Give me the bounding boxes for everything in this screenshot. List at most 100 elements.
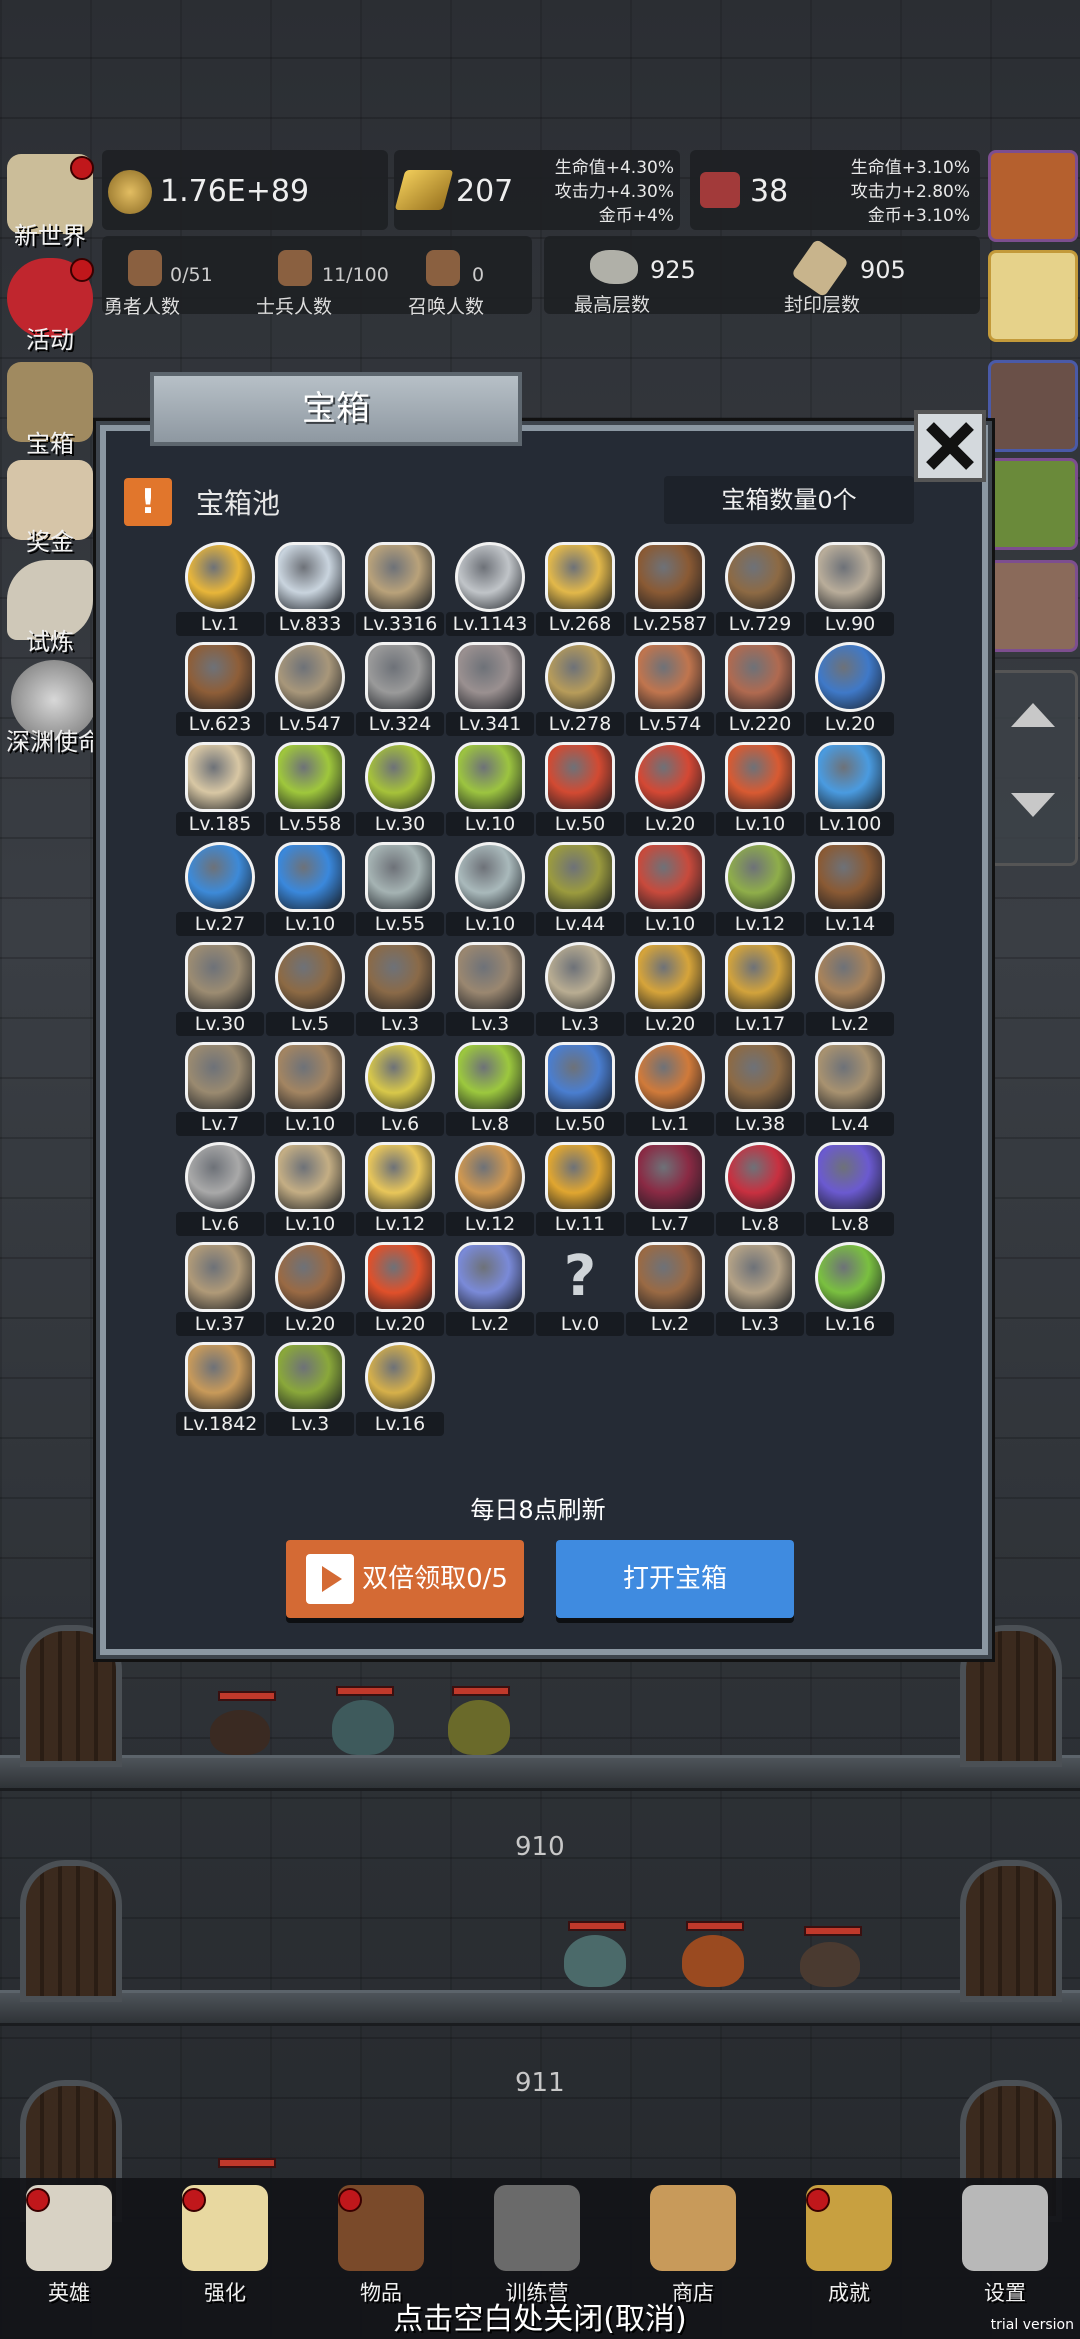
item-cell[interactable]: Lv.10 bbox=[266, 842, 354, 942]
scroll-arrows[interactable] bbox=[988, 670, 1078, 866]
nav-item-6[interactable]: 设置 bbox=[950, 2185, 1060, 2307]
item-cell[interactable]: Lv.16 bbox=[806, 1242, 894, 1342]
open-chest-button[interactable]: 打开宝箱 bbox=[556, 1540, 794, 1618]
item-cell[interactable]: Lv.11 bbox=[536, 1142, 624, 1242]
item-cell[interactable]: Lv.7 bbox=[626, 1142, 714, 1242]
item-cell[interactable]: Lv.10 bbox=[266, 1042, 354, 1142]
item-cell[interactable]: Lv.3 bbox=[356, 942, 444, 1042]
mushroom-icon bbox=[815, 942, 885, 1012]
item-cell[interactable]: Lv.623 bbox=[176, 642, 264, 742]
item-cell[interactable]: Lv.3 bbox=[446, 942, 534, 1042]
item-cell[interactable]: Lv.20 bbox=[626, 942, 714, 1042]
item-cell[interactable]: Lv.3316 bbox=[356, 542, 444, 642]
item-cell[interactable]: Lv.30 bbox=[356, 742, 444, 842]
item-cell[interactable]: Lv.341 bbox=[446, 642, 534, 742]
candle-icon[interactable] bbox=[988, 250, 1078, 342]
item-cell[interactable]: Lv.3 bbox=[536, 942, 624, 1042]
item-cell[interactable]: Lv.547 bbox=[266, 642, 354, 742]
item-cell[interactable]: Lv.3 bbox=[266, 1342, 354, 1442]
item-cell[interactable]: Lv.50 bbox=[536, 742, 624, 842]
slime-enemy bbox=[564, 1935, 626, 1987]
item-cell[interactable]: Lv.324 bbox=[356, 642, 444, 742]
item-cell[interactable]: Lv.10 bbox=[626, 842, 714, 942]
item-cell[interactable]: Lv.20 bbox=[806, 642, 894, 742]
item-cell[interactable]: Lv.558 bbox=[266, 742, 354, 842]
item-cell[interactable]: Lv.1842 bbox=[176, 1342, 264, 1442]
item-cell[interactable]: Lv.100 bbox=[806, 742, 894, 842]
item-cell[interactable]: Lv.10 bbox=[446, 842, 534, 942]
backpack-icon bbox=[725, 542, 795, 612]
cheese-icon bbox=[365, 1142, 435, 1212]
item-cell[interactable]: Lv.574 bbox=[626, 642, 714, 742]
green-potion-icon bbox=[365, 742, 435, 812]
menu-chest[interactable]: 宝箱 bbox=[2, 362, 98, 459]
item-cell[interactable]: Lv.6 bbox=[176, 1142, 264, 1242]
item-cell[interactable]: Lv.20 bbox=[266, 1242, 354, 1342]
item-cell[interactable]: Lv.5 bbox=[266, 942, 354, 1042]
item-cell[interactable]: ? Lv.0 bbox=[536, 1242, 624, 1342]
sealed-floor: 905 bbox=[860, 256, 906, 284]
item-cell[interactable]: Lv.20 bbox=[626, 742, 714, 842]
item-cell[interactable]: Lv.729 bbox=[716, 542, 804, 642]
item-cell[interactable]: Lv.7 bbox=[176, 1042, 264, 1142]
onion-icon[interactable] bbox=[988, 150, 1078, 242]
item-cell[interactable]: Lv.12 bbox=[356, 1142, 444, 1242]
goblin-icon[interactable] bbox=[988, 560, 1078, 652]
item-cell[interactable]: Lv.17 bbox=[716, 942, 804, 1042]
item-cell[interactable]: Lv.8 bbox=[446, 1042, 534, 1142]
torch-staff-icon bbox=[635, 942, 705, 1012]
item-cell[interactable]: Lv.268 bbox=[536, 542, 624, 642]
item-cell[interactable]: Lv.4 bbox=[806, 1042, 894, 1142]
item-cell[interactable]: Lv.1 bbox=[176, 542, 264, 642]
item-cell[interactable]: Lv.55 bbox=[356, 842, 444, 942]
item-cell[interactable]: Lv.8 bbox=[716, 1142, 804, 1242]
barrel-icon[interactable] bbox=[988, 360, 1078, 452]
nav-item-3[interactable]: 训练营 bbox=[482, 2185, 592, 2307]
item-cell[interactable]: Lv.20 bbox=[356, 1242, 444, 1342]
item-cell[interactable]: Lv.6 bbox=[356, 1042, 444, 1142]
item-cell[interactable]: Lv.38 bbox=[716, 1042, 804, 1142]
item-cell[interactable]: Lv.3 bbox=[716, 1242, 804, 1342]
close-hint[interactable]: 点击空白处关闭(取消) bbox=[0, 2294, 1080, 2338]
item-level: Lv.1842 bbox=[176, 1412, 264, 1436]
item-level: Lv.8 bbox=[806, 1212, 894, 1236]
close-button[interactable] bbox=[914, 410, 986, 482]
item-cell[interactable]: Lv.833 bbox=[266, 542, 354, 642]
item-cell[interactable]: Lv.30 bbox=[176, 942, 264, 1042]
item-cell[interactable]: Lv.12 bbox=[446, 1142, 534, 1242]
item-cell[interactable]: Lv.10 bbox=[446, 742, 534, 842]
item-cell[interactable]: Lv.44 bbox=[536, 842, 624, 942]
item-cell[interactable]: Lv.10 bbox=[716, 742, 804, 842]
item-cell[interactable]: Lv.14 bbox=[806, 842, 894, 942]
slime-icon[interactable] bbox=[988, 458, 1078, 550]
item-cell[interactable]: Lv.2 bbox=[446, 1242, 534, 1342]
double-claim-button[interactable]: 双倍领取0/5 bbox=[286, 1540, 524, 1618]
item-cell[interactable]: Lv.220 bbox=[716, 642, 804, 742]
item-cell[interactable]: Lv.90 bbox=[806, 542, 894, 642]
video-icon bbox=[306, 1554, 354, 1604]
item-cell[interactable]: Lv.1 bbox=[626, 1042, 714, 1142]
item-cell[interactable]: Lv.10 bbox=[266, 1142, 354, 1242]
crown-icon bbox=[185, 542, 255, 612]
item-cell[interactable]: Lv.185 bbox=[176, 742, 264, 842]
menu-abyss-mission[interactable]: 深渊使命 bbox=[2, 660, 106, 757]
item-cell[interactable]: Lv.278 bbox=[536, 642, 624, 742]
chevron-up-icon[interactable] bbox=[1011, 703, 1055, 727]
item-cell[interactable]: Lv.2 bbox=[626, 1242, 714, 1342]
item-cell[interactable]: Lv.8 bbox=[806, 1142, 894, 1242]
steak-icon bbox=[725, 642, 795, 712]
item-cell[interactable]: Lv.2587 bbox=[626, 542, 714, 642]
item-level: Lv.8 bbox=[446, 1112, 534, 1136]
menu-bonus[interactable]: 奖金 bbox=[2, 460, 98, 557]
item-cell[interactable]: Lv.16 bbox=[356, 1342, 444, 1442]
item-cell[interactable]: Lv.2 bbox=[806, 942, 894, 1042]
item-cell[interactable]: Lv.1143 bbox=[446, 542, 534, 642]
chevron-down-icon[interactable] bbox=[1011, 793, 1055, 817]
item-cell[interactable]: Lv.12 bbox=[716, 842, 804, 942]
item-cell[interactable]: Lv.50 bbox=[536, 1042, 624, 1142]
nav-item-4[interactable]: 商店 bbox=[638, 2185, 748, 2307]
menu-trial[interactable]: 试炼 bbox=[2, 560, 98, 657]
item-level: Lv.5 bbox=[266, 1012, 354, 1036]
item-cell[interactable]: Lv.27 bbox=[176, 842, 264, 942]
item-cell[interactable]: Lv.37 bbox=[176, 1242, 264, 1342]
